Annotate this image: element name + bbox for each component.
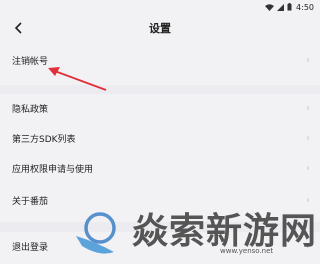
menu-item-label: 退出登录	[12, 242, 49, 253]
menu-item-sdk-list[interactable]: 第三方SDK列表 ›	[0, 124, 320, 152]
back-button[interactable]	[8, 18, 30, 38]
divider	[0, 222, 320, 232]
menu-item-label: 第三方SDK列表	[12, 134, 76, 145]
chevron-right-icon: ›	[306, 132, 310, 144]
chevron-right-icon: ›	[306, 162, 310, 174]
chevron-right-icon: ›	[306, 54, 310, 66]
wifi-icon	[265, 3, 275, 11]
title-bar: 设置	[0, 14, 320, 42]
menu-item-deregister[interactable]: 注销帐号 ›	[0, 46, 320, 74]
menu-item-label: 隐私政策	[12, 104, 49, 115]
chevron-right-icon: ›	[306, 240, 310, 252]
chevron-right-icon: ›	[306, 194, 310, 206]
menu-item-about[interactable]: 关于番茄 ›	[0, 186, 320, 214]
status-icons	[265, 3, 292, 11]
menu-item-privacy[interactable]: 隐私政策 ›	[0, 94, 320, 122]
chevron-right-icon: ›	[306, 102, 310, 114]
page-title: 设置	[149, 22, 171, 35]
back-icon	[14, 22, 22, 34]
menu-item-permissions[interactable]: 应用权限申请与使用 ›	[0, 154, 320, 182]
menu-item-label: 关于番茄	[12, 196, 49, 207]
status-bar: 4:50	[0, 0, 320, 14]
signal-icon	[277, 3, 285, 11]
menu-item-label: 注销帐号	[12, 56, 49, 67]
menu-item-logout[interactable]: 退出登录 ›	[0, 232, 320, 260]
status-time: 4:50	[296, 2, 314, 12]
menu-item-label: 应用权限申请与使用	[12, 164, 94, 175]
battery-icon	[287, 3, 292, 11]
